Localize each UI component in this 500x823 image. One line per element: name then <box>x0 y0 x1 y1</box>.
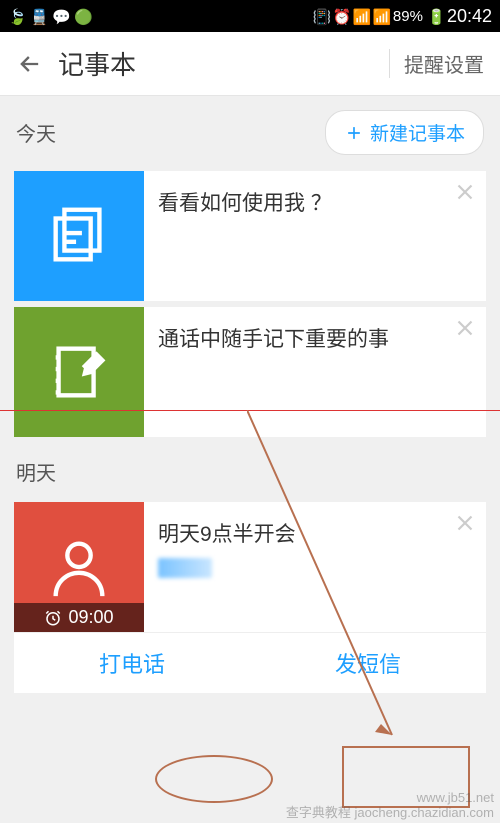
status-left: 🍃 🚆 💬 🟢 <box>8 8 90 24</box>
plus-icon <box>344 123 364 143</box>
note-card[interactable]: 09:00 明天9点半开会 <box>14 502 486 632</box>
action-bar: 打电话 发短信 <box>14 632 486 693</box>
annotation-oval <box>155 755 273 803</box>
status-right: 📳 ⏰ 📶 📶 89% 🔋 20:42 <box>313 6 492 27</box>
reminder-settings-button[interactable]: 提醒设置 <box>389 49 484 78</box>
note-card[interactable]: 通话中随手记下重要的事 <box>14 307 486 437</box>
status-bar: 🍃 🚆 💬 🟢 📳 ⏰ 📶 📶 89% 🔋 20:42 <box>0 0 500 32</box>
section-tomorrow: 明天 <box>0 443 500 496</box>
battery-icon: 🔋 <box>427 8 443 24</box>
alarm-badge: 09:00 <box>14 603 144 632</box>
note-text: 明天9点半开会 <box>158 518 472 548</box>
close-icon[interactable] <box>452 179 478 205</box>
section-label-today: 今天 <box>16 118 56 147</box>
shield-icon: 🟢 <box>74 8 90 24</box>
section-today: 今天 新建记事本 <box>0 96 500 165</box>
person-icon <box>44 532 114 602</box>
signal-icon: 📶 <box>373 8 389 24</box>
note-tile-green <box>14 307 144 437</box>
note-tile-red: 09:00 <box>14 502 144 632</box>
sms-button[interactable]: 发短信 <box>250 633 486 693</box>
call-button[interactable]: 打电话 <box>14 633 250 693</box>
note-text: 看看如何使用我 ？ <box>144 171 486 301</box>
document-icon <box>44 201 114 271</box>
close-icon[interactable] <box>452 510 478 536</box>
wifi-icon: 📶 <box>353 8 369 24</box>
note-text: 通话中随手记下重要的事 <box>144 307 486 437</box>
train-icon: 🚆 <box>30 8 46 24</box>
page-title: 记事本 <box>58 45 136 82</box>
clock: 20:42 <box>447 6 492 27</box>
note-body: 明天9点半开会 <box>144 502 486 632</box>
annotation-red-line <box>0 410 500 411</box>
blurred-tag <box>158 558 212 578</box>
alarm-icon: ⏰ <box>333 8 349 24</box>
battery-pct: 89% <box>393 8 423 25</box>
back-icon[interactable] <box>16 50 44 78</box>
watermark: www.jb51.net 查字典教程 jaocheng.chazidian.co… <box>286 790 494 821</box>
new-note-button[interactable]: 新建记事本 <box>325 110 484 155</box>
leaf-icon: 🍃 <box>8 8 24 24</box>
wechat-icon: 💬 <box>52 8 68 24</box>
section-label-tomorrow: 明天 <box>16 457 56 486</box>
alarm-time: 09:00 <box>68 607 113 628</box>
notebook-pencil-icon <box>44 337 114 407</box>
clock-icon <box>44 609 62 627</box>
vibrate-icon: 📳 <box>313 8 329 24</box>
note-card[interactable]: 看看如何使用我 ？ <box>14 171 486 301</box>
close-icon[interactable] <box>452 315 478 341</box>
app-header: 记事本 提醒设置 <box>0 32 500 96</box>
new-note-label: 新建记事本 <box>370 119 465 146</box>
note-tile-blue <box>14 171 144 301</box>
